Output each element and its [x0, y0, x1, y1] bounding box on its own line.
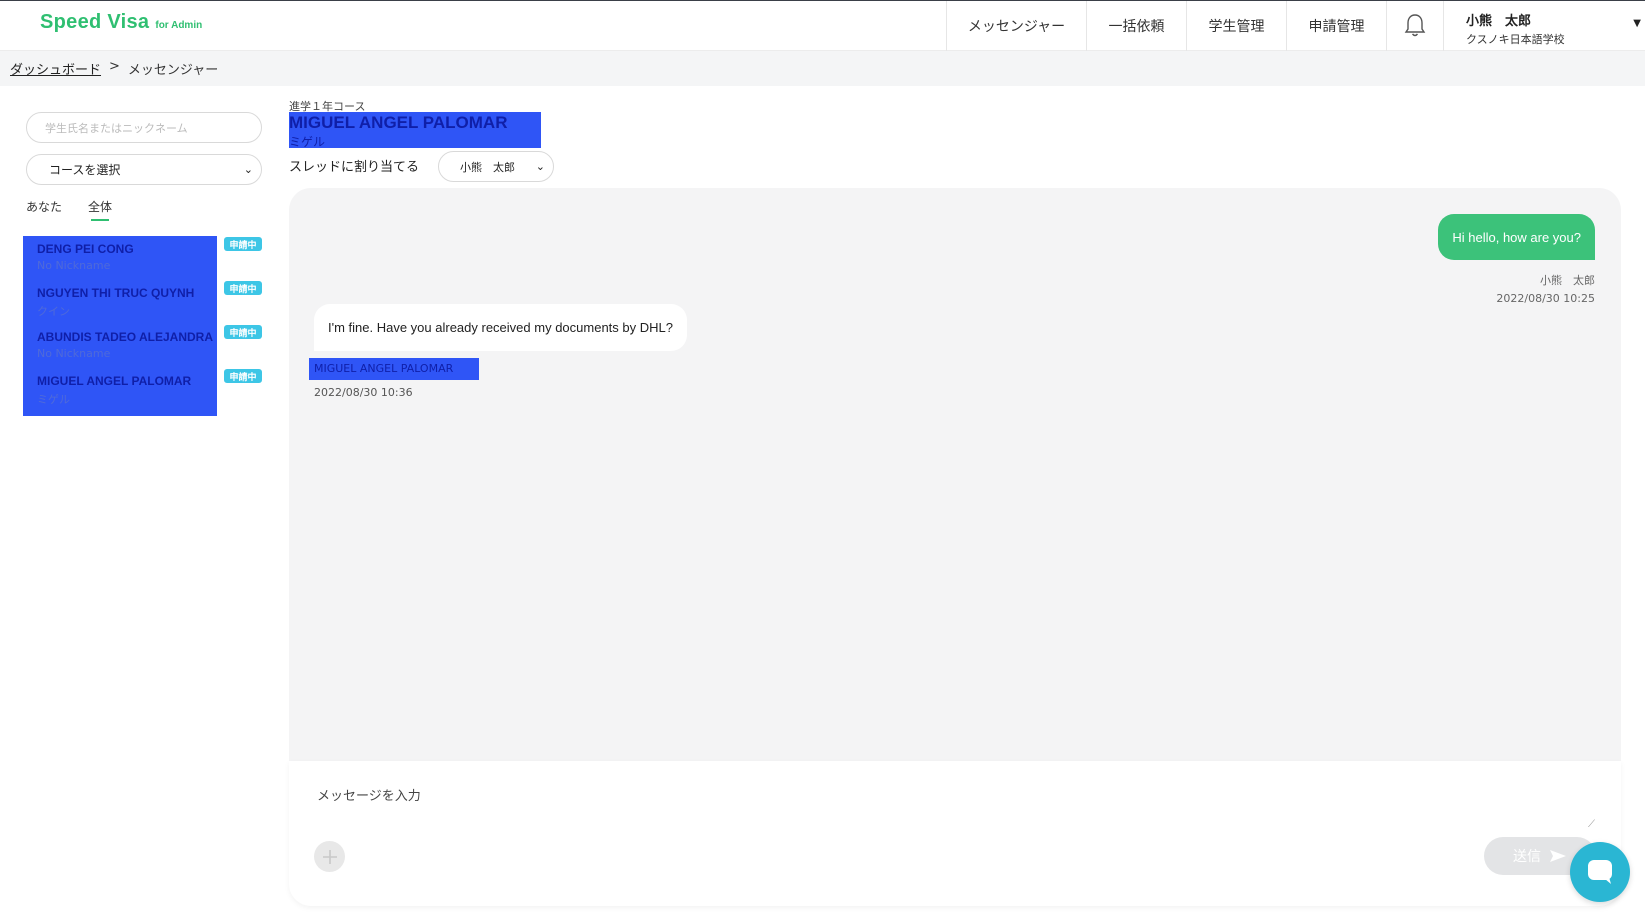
- student-name: DENG PEI CONG: [37, 242, 134, 256]
- chat-student-header: MIGUEL ANGEL PALOMAR ミゲル: [289, 112, 541, 149]
- status-badge: 申請中: [224, 369, 262, 383]
- search-placeholder: 学生氏名またはニックネーム: [45, 121, 188, 135]
- message-composer: メッセージを入力 ⟋ 送信: [289, 761, 1621, 906]
- chat-student-nickname: ミゲル: [289, 135, 326, 149]
- student-nickname: No Nickname: [37, 259, 111, 272]
- assign-thread-label: スレッドに割り当てる: [289, 160, 420, 175]
- assignee-select[interactable]: 小熊 太郎 ⌄: [438, 151, 554, 182]
- resize-handle-icon[interactable]: ⟋: [1588, 819, 1595, 830]
- student-list-item[interactable]: NGUYEN THI TRUC QUYNH クイン 申請中: [23, 280, 293, 324]
- user-school: クスノキ日本語学校: [1466, 33, 1565, 46]
- attach-button[interactable]: [314, 841, 345, 872]
- send-label: 送信: [1513, 849, 1541, 865]
- message-timestamp: 2022/08/30 10:25: [1496, 292, 1595, 305]
- student-name: MIGUEL ANGEL PALOMAR: [37, 374, 192, 388]
- chat-student-name: MIGUEL ANGEL PALOMAR: [289, 113, 508, 132]
- tab-all[interactable]: 全体: [88, 198, 112, 221]
- breadcrumb-dashboard-link[interactable]: ダッシュボード: [10, 59, 101, 78]
- bell-icon: [1404, 14, 1426, 37]
- support-chat-button[interactable]: [1570, 842, 1630, 902]
- caret-down-icon: ▼: [1633, 18, 1641, 29]
- student-nickname: ミゲル: [37, 393, 70, 406]
- student-list: DENG PEI CONG No Nickname 申請中 NGUYEN THI…: [23, 236, 262, 416]
- message-input[interactable]: メッセージを入力: [317, 785, 421, 804]
- user-name: 小熊 太郎: [1466, 14, 1532, 29]
- logo-main-text: Speed Visa: [40, 11, 150, 33]
- nav-application-management[interactable]: 申請管理: [1286, 1, 1386, 51]
- chevron-down-icon: ⌄: [243, 163, 253, 176]
- chevron-down-icon: ⌄: [535, 160, 545, 173]
- nav-bulk-request[interactable]: 一括依頼: [1086, 1, 1186, 51]
- message-bubble-outgoing: Hi hello, how are you?: [1438, 214, 1595, 260]
- nav-student-management[interactable]: 学生管理: [1186, 1, 1286, 51]
- tab-mine[interactable]: あなた: [26, 198, 62, 221]
- message-timestamp: 2022/08/30 10:36: [314, 386, 413, 399]
- user-menu[interactable]: 小熊 太郎 クスノキ日本語学校 ▼: [1466, 10, 1645, 46]
- status-badge: 申請中: [224, 237, 262, 251]
- message-sender: 小熊 太郎: [1540, 274, 1595, 287]
- course-select-value: コースを選択: [49, 163, 121, 177]
- student-name: ABUNDIS TADEO ALEJANDRA: [37, 330, 214, 344]
- nav-messenger[interactable]: メッセンジャー: [946, 1, 1086, 51]
- thread-filter-tabs: あなた 全体: [26, 198, 112, 221]
- breadcrumb-separator: >: [109, 59, 120, 74]
- main-nav: メッセンジャー 一括依頼 学生管理 申請管理: [946, 1, 1444, 51]
- chat-message-area[interactable]: Hi hello, how are you? 小熊 太郎 2022/08/30 …: [289, 188, 1621, 761]
- breadcrumb: ダッシュボード > メッセンジャー: [10, 59, 218, 78]
- plus-icon: [322, 849, 337, 864]
- student-search-input[interactable]: 学生氏名またはニックネーム: [26, 112, 262, 143]
- notification-button[interactable]: [1386, 1, 1444, 51]
- course-select[interactable]: コースを選択 ⌄: [26, 154, 262, 185]
- message-bubble-incoming: I'm fine. Have you already received my d…: [314, 304, 687, 351]
- app-logo[interactable]: Speed Visa for Admin: [40, 11, 202, 34]
- student-name: NGUYEN THI TRUC QUYNH: [37, 286, 195, 300]
- student-list-item[interactable]: MIGUEL ANGEL PALOMAR ミゲル 申請中: [23, 368, 293, 412]
- breadcrumb-current: メッセンジャー: [127, 63, 219, 78]
- message-sender: MIGUEL ANGEL PALOMAR: [314, 362, 454, 375]
- assignee-value: 小熊 太郎: [460, 160, 515, 174]
- student-list-item[interactable]: ABUNDIS TADEO ALEJANDRA No Nickname 申請中: [23, 324, 293, 368]
- messenger-main: 学生氏名またはニックネーム コースを選択 ⌄ あなた 全体 DENG PEI C…: [0, 86, 1645, 912]
- top-header: Speed Visa for Admin メッセンジャー 一括依頼 学生管理 申…: [0, 0, 1645, 51]
- logo-sub-text: for Admin: [155, 20, 203, 31]
- send-arrow-icon: [1550, 850, 1566, 862]
- student-list-item[interactable]: DENG PEI CONG No Nickname 申請中: [23, 236, 293, 280]
- student-nickname: クイン: [37, 305, 70, 318]
- message-sender-highlight: MIGUEL ANGEL PALOMAR: [309, 358, 479, 380]
- student-nickname: No Nickname: [37, 347, 111, 360]
- status-badge: 申請中: [224, 281, 262, 295]
- chat-bubble-icon: [1588, 860, 1612, 884]
- status-badge: 申請中: [224, 325, 262, 339]
